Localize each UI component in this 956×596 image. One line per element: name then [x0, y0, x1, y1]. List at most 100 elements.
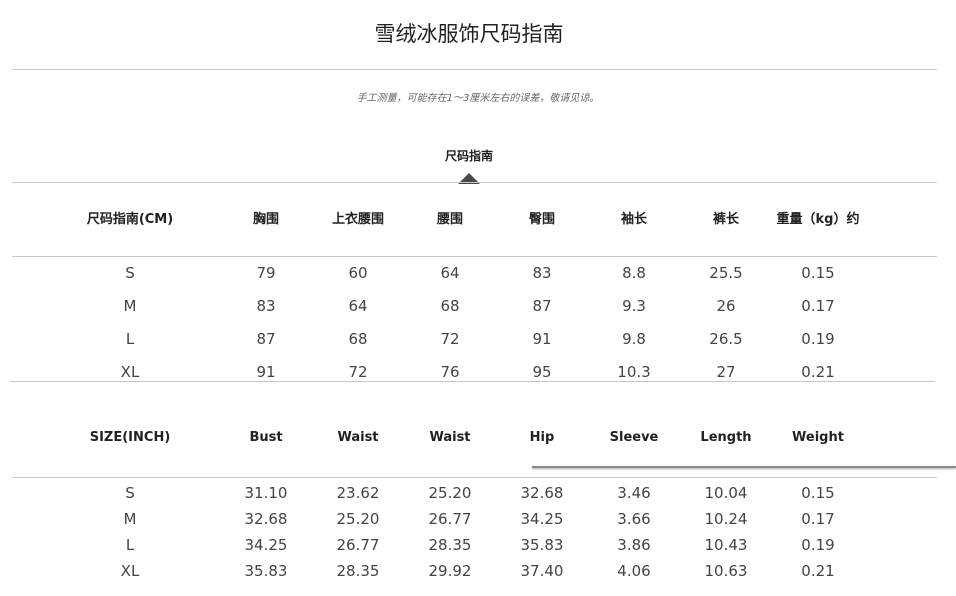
table-cell: 0.19: [801, 329, 835, 348]
table-cell: 0.15: [801, 263, 835, 282]
table-cell: 35.83: [244, 562, 288, 580]
table-cell: 10.04: [704, 484, 748, 502]
table-cell: 0.17: [801, 510, 835, 528]
size-label: XL: [120, 562, 140, 580]
table-cell: 3.66: [617, 510, 651, 528]
cm-header-hip: 臀围: [528, 211, 555, 227]
table-cell: 91: [256, 362, 276, 381]
table-cell: 95: [532, 362, 552, 381]
size-label: S: [125, 263, 135, 282]
inch-header-sleeve: Sleeve: [609, 429, 659, 445]
section-tab-size-guide[interactable]: 尺码指南: [0, 147, 938, 164]
table-cell: 64: [440, 263, 460, 282]
table-cell: 34.25: [244, 536, 288, 554]
table-cell: 87: [256, 329, 276, 348]
cm-header-weight: 重量（kg）约: [776, 211, 860, 227]
size-label: L: [125, 329, 135, 348]
measurement-note: 手工测量，可能存在1～3厘米左右的误差，敬请见谅。: [356, 93, 600, 104]
table-cell: 10.3: [617, 362, 651, 381]
inch-header-divider: [12, 477, 937, 478]
table-cell: 28.35: [336, 562, 380, 580]
inch-header-weight: Weight: [792, 429, 844, 445]
table-cell: 28.35: [428, 536, 472, 554]
cm-header-length: 裤长: [712, 211, 739, 227]
table-cell: 25.20: [428, 484, 472, 502]
table-cell: 26.77: [428, 510, 472, 528]
cm-table-header: 尺码指南(CM) 胸围 上衣腰围 腰围 臀围 袖长 裤长 重量（kg）约: [0, 200, 956, 234]
table-cell: 68: [348, 329, 368, 348]
table-row: XL 35.83 28.35 29.92 37.40 4.06 10.63 0.…: [0, 558, 956, 584]
table-cell: 72: [440, 329, 460, 348]
cm-table-body: S 79 60 64 83 8.8 25.5 0.15 M 83 64 68 8…: [0, 256, 956, 388]
table-cell: 25.20: [336, 510, 380, 528]
table-cell: 26: [716, 296, 736, 315]
table-row: XL 91 72 76 95 10.3 27 0.21: [0, 355, 956, 388]
table-cell: 8.8: [622, 263, 646, 282]
table-cell: 83: [532, 263, 552, 282]
title-divider: [12, 69, 937, 70]
tab-divider: [12, 182, 937, 183]
size-label: M: [123, 510, 137, 528]
table-cell: 91: [532, 329, 552, 348]
inch-table-header: SIZE(INCH) Bust Waist Waist Hip Sleeve L…: [0, 420, 956, 454]
table-cell: 64: [348, 296, 368, 315]
table-cell: 26.77: [336, 536, 380, 554]
inch-header-bust: Bust: [249, 429, 283, 445]
cm-header-waist: 腰围: [436, 211, 463, 227]
table-cell: 32.68: [520, 484, 564, 502]
inch-header-shadow-divider: [532, 466, 956, 468]
table-cell: 9.3: [622, 296, 646, 315]
size-label: XL: [120, 362, 140, 381]
table-row: M 83 64 68 87 9.3 26 0.17: [0, 289, 956, 322]
table-row: L 34.25 26.77 28.35 35.83 3.86 10.43 0.1…: [0, 532, 956, 558]
table-cell: 26.5: [709, 329, 743, 348]
table-cell: 60: [348, 263, 368, 282]
table-cell: 3.86: [617, 536, 651, 554]
inch-header-size: SIZE(INCH): [89, 429, 171, 445]
table-cell: 34.25: [520, 510, 564, 528]
inch-header-waist-2: Waist: [429, 429, 471, 445]
table-cell: 29.92: [428, 562, 472, 580]
table-cell: 10.24: [704, 510, 748, 528]
cm-header-top-waist: 上衣腰围: [331, 211, 384, 227]
size-label: M: [123, 296, 137, 315]
table-cell: 25.5: [709, 263, 743, 282]
table-cell: 72: [348, 362, 368, 381]
table-cell: 76: [440, 362, 460, 381]
inch-header-length: Length: [700, 429, 752, 445]
table-cell: 0.21: [801, 362, 835, 381]
table-row: S 79 60 64 83 8.8 25.5 0.15: [0, 256, 956, 289]
table-row: S 31.10 23.62 25.20 32.68 3.46 10.04 0.1…: [0, 480, 956, 506]
cm-table-bottom-divider: [10, 381, 935, 382]
table-cell: 0.21: [801, 562, 835, 580]
table-cell: 79: [256, 263, 276, 282]
table-row: M 32.68 25.20 26.77 34.25 3.66 10.24 0.1…: [0, 506, 956, 532]
table-cell: 87: [532, 296, 552, 315]
page-title: 雪绒冰服饰尺码指南: [374, 22, 564, 46]
table-cell: 0.17: [801, 296, 835, 315]
table-cell: 0.19: [801, 536, 835, 554]
cm-header-bust: 胸围: [252, 211, 279, 227]
inch-header-row: SIZE(INCH) Bust Waist Waist Hip Sleeve L…: [0, 420, 956, 454]
table-cell: 83: [256, 296, 276, 315]
size-label: S: [125, 484, 135, 502]
size-label: L: [125, 536, 135, 554]
table-cell: 37.40: [520, 562, 564, 580]
table-cell: 10.63: [704, 562, 748, 580]
table-cell: 9.8: [622, 329, 646, 348]
inch-header-waist: Waist: [337, 429, 379, 445]
cm-header-sleeve: 袖长: [620, 211, 647, 227]
table-cell: 23.62: [336, 484, 380, 502]
table-cell: 0.15: [801, 484, 835, 502]
table-cell: 32.68: [244, 510, 288, 528]
table-cell: 68: [440, 296, 460, 315]
table-cell: 10.43: [704, 536, 748, 554]
table-cell: 27: [716, 362, 736, 381]
inch-table-body: S 31.10 23.62 25.20 32.68 3.46 10.04 0.1…: [0, 480, 956, 584]
cm-header-size: 尺码指南(CM): [86, 211, 174, 227]
table-cell: 31.10: [244, 484, 288, 502]
table-cell: 4.06: [617, 562, 651, 580]
inch-header-hip: Hip: [529, 429, 555, 445]
table-cell: 35.83: [520, 536, 564, 554]
table-row: L 87 68 72 91 9.8 26.5 0.19: [0, 322, 956, 355]
